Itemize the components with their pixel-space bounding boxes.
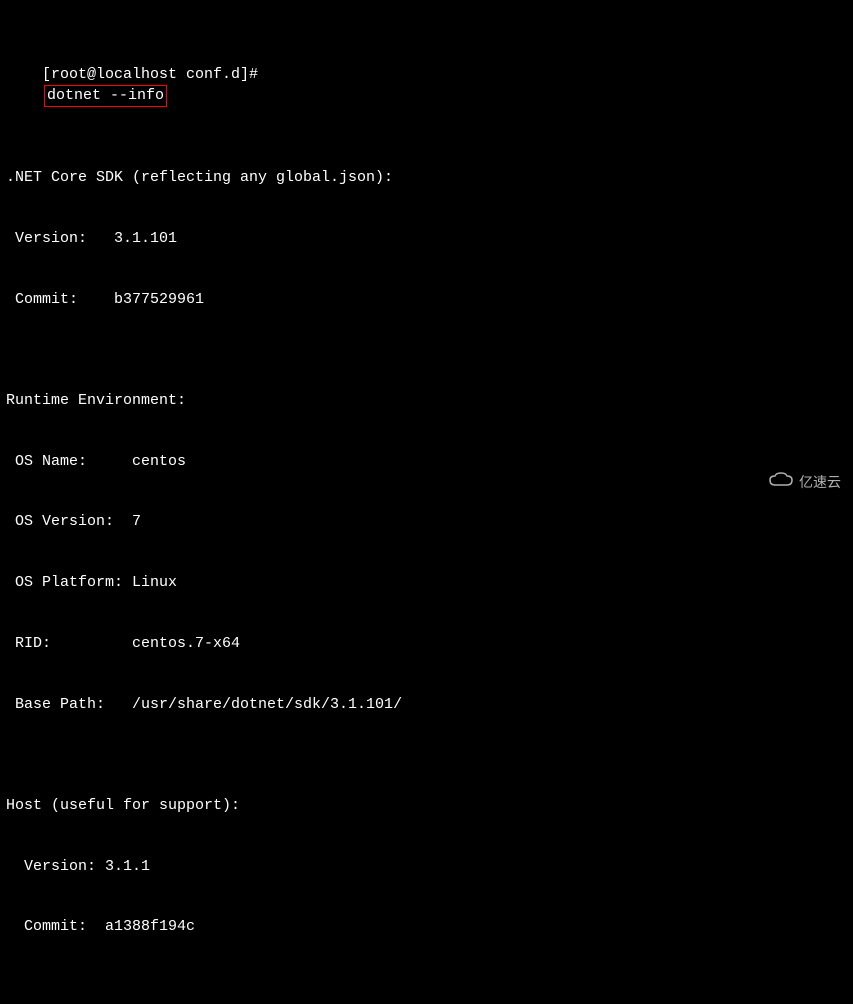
- command-text: dotnet --info: [44, 85, 167, 107]
- terminal-output[interactable]: [root@localhost conf.d]# dotnet --info .…: [6, 4, 847, 1004]
- watermark-text: 亿速云: [799, 473, 841, 492]
- cloud-icon: [767, 471, 795, 494]
- watermark: 亿速云: [767, 471, 841, 494]
- output-line-sdk-commit: Commit: b377529961: [6, 290, 847, 310]
- output-line-runtime-env-header: Runtime Environment:: [6, 391, 847, 411]
- output-line-host-version: Version: 3.1.1: [6, 857, 847, 877]
- output-line-os-platform: OS Platform: Linux: [6, 573, 847, 593]
- output-line-sdk-header: .NET Core SDK (reflecting any global.jso…: [6, 168, 847, 188]
- output-line-sdk-version: Version: 3.1.101: [6, 229, 847, 249]
- output-line-rid: RID: centos.7-x64: [6, 634, 847, 654]
- prompt-line: [root@localhost conf.d]# dotnet --info: [6, 45, 847, 128]
- output-line-base-path: Base Path: /usr/share/dotnet/sdk/3.1.101…: [6, 695, 847, 715]
- shell-prompt: [root@localhost conf.d]#: [42, 66, 258, 83]
- output-line-os-version: OS Version: 7: [6, 512, 847, 532]
- output-line-os-name: OS Name: centos: [6, 452, 847, 472]
- output-line-host-header: Host (useful for support):: [6, 796, 847, 816]
- output-line-host-commit: Commit: a1388f194c: [6, 917, 847, 937]
